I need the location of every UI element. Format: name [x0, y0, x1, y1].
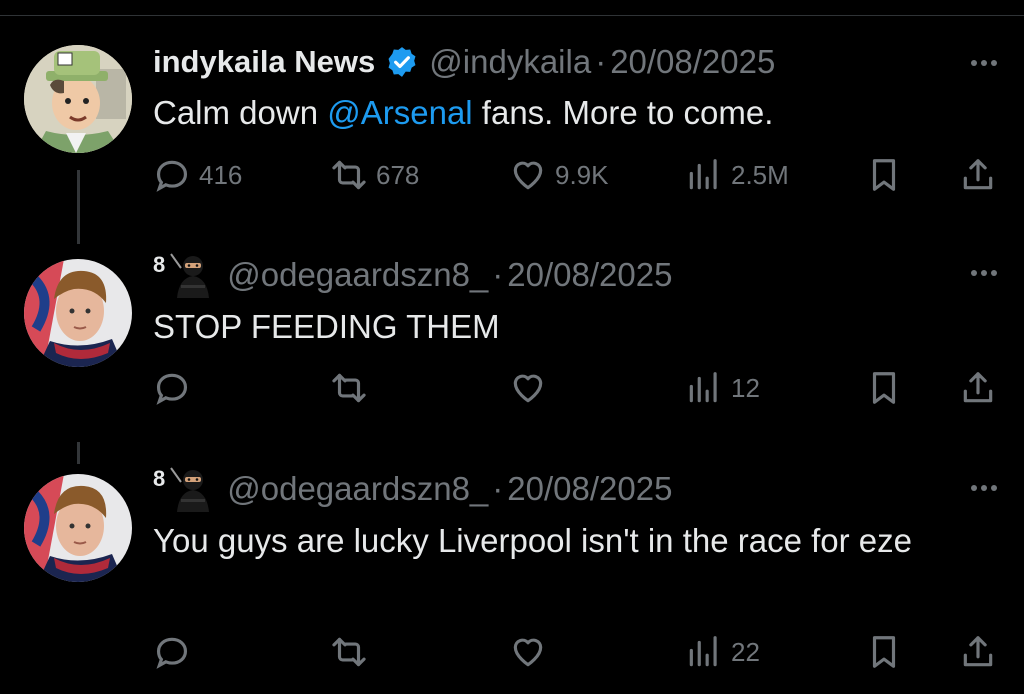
views-button[interactable]: 12 [685, 369, 760, 407]
repost-count: 678 [376, 159, 420, 190]
reply-icon [156, 373, 188, 405]
share-icon [963, 636, 993, 667]
reply-icon [156, 160, 188, 192]
like-button[interactable]: 9.9K [509, 156, 609, 194]
display-name[interactable]: 8 [153, 466, 165, 492]
heart-icon [513, 638, 543, 667]
views-icon [689, 372, 717, 403]
share-icon [963, 372, 993, 403]
tweet-text-part: fans. More to come. [472, 94, 774, 131]
share-button[interactable] [959, 369, 997, 407]
heart-icon [513, 161, 543, 190]
thread-connector [77, 170, 80, 244]
avatar-odegaardszn8[interactable] [24, 259, 132, 367]
handle[interactable]: @odegaardszn8_ [227, 470, 488, 508]
like-count: 9.9K [555, 159, 609, 190]
separator-dot: · [492, 256, 504, 293]
top-divider [0, 15, 1024, 16]
bookmark-button[interactable] [865, 156, 903, 194]
tweet-header: 8 @odegaardszn8_ · 20/08/2025 [153, 252, 672, 298]
more-icon[interactable] [970, 483, 998, 493]
heart-icon [513, 374, 543, 403]
timestamp[interactable]: 20/08/2025 [610, 43, 775, 81]
repost-icon [332, 637, 366, 667]
more-icon[interactable] [970, 268, 998, 278]
reply-button[interactable]: 416 [153, 156, 242, 194]
views-button[interactable]: 22 [685, 633, 760, 671]
views-button[interactable]: 2.5M [685, 156, 789, 194]
share-button[interactable] [959, 156, 997, 194]
tweet-text-part: Calm down [153, 94, 328, 131]
repost-button[interactable]: 678 [330, 156, 419, 194]
bookmark-button[interactable] [865, 633, 903, 671]
share-icon [963, 159, 993, 190]
mention-link[interactable]: @Arsenal [327, 94, 472, 131]
repost-button[interactable] [330, 633, 368, 671]
bookmark-button[interactable] [865, 369, 903, 407]
display-name[interactable]: 8 [153, 252, 165, 278]
tweet-text: Calm down @Arsenal fans. More to come. [153, 90, 983, 136]
bookmark-icon [872, 636, 896, 668]
repost-icon [332, 160, 366, 190]
bookmark-icon [872, 159, 896, 191]
thread-connector [77, 442, 80, 464]
views-count: 22 [731, 636, 760, 667]
handle[interactable]: @indykaila [429, 43, 591, 81]
tweet-header: indykaila News @indykaila · 20/08/2025 [153, 40, 775, 84]
views-count: 2.5M [731, 159, 789, 190]
ninja-emoji-icon [167, 252, 215, 298]
views-icon [689, 636, 717, 667]
share-button[interactable] [959, 633, 997, 671]
action-bar: 416 678 9.9K 2.5M [153, 156, 1003, 196]
views-icon [689, 159, 717, 190]
separator-dot: · [595, 43, 607, 80]
like-button[interactable] [509, 369, 547, 407]
repost-icon [332, 373, 366, 403]
tweet-text: STOP FEEDING THEM [153, 308, 500, 345]
verified-badge-icon [385, 45, 419, 79]
reply-count: 416 [199, 159, 243, 190]
handle[interactable]: @odegaardszn8_ [227, 256, 488, 294]
avatar-indykaila[interactable] [24, 45, 132, 153]
timestamp[interactable]: 20/08/2025 [507, 470, 672, 508]
reply-icon [156, 637, 188, 669]
action-bar: 22 [153, 633, 1003, 673]
more-icon[interactable] [970, 58, 998, 68]
views-count: 12 [731, 372, 760, 403]
ninja-emoji-icon [167, 466, 215, 512]
timestamp[interactable]: 20/08/2025 [507, 256, 672, 294]
reply-button[interactable] [153, 633, 191, 671]
display-name[interactable]: indykaila News [153, 44, 375, 80]
bookmark-icon [872, 372, 896, 404]
like-button[interactable] [509, 633, 547, 671]
repost-button[interactable] [330, 369, 368, 407]
separator-dot: · [492, 470, 504, 507]
tweet-header: 8 @odegaardszn8_ · 20/08/2025 [153, 466, 672, 512]
action-bar: 12 [153, 369, 1003, 409]
avatar-odegaardszn8[interactable] [24, 474, 132, 582]
reply-button[interactable] [153, 369, 191, 407]
tweet-text: You guys are lucky Liverpool isn't in th… [153, 522, 912, 559]
